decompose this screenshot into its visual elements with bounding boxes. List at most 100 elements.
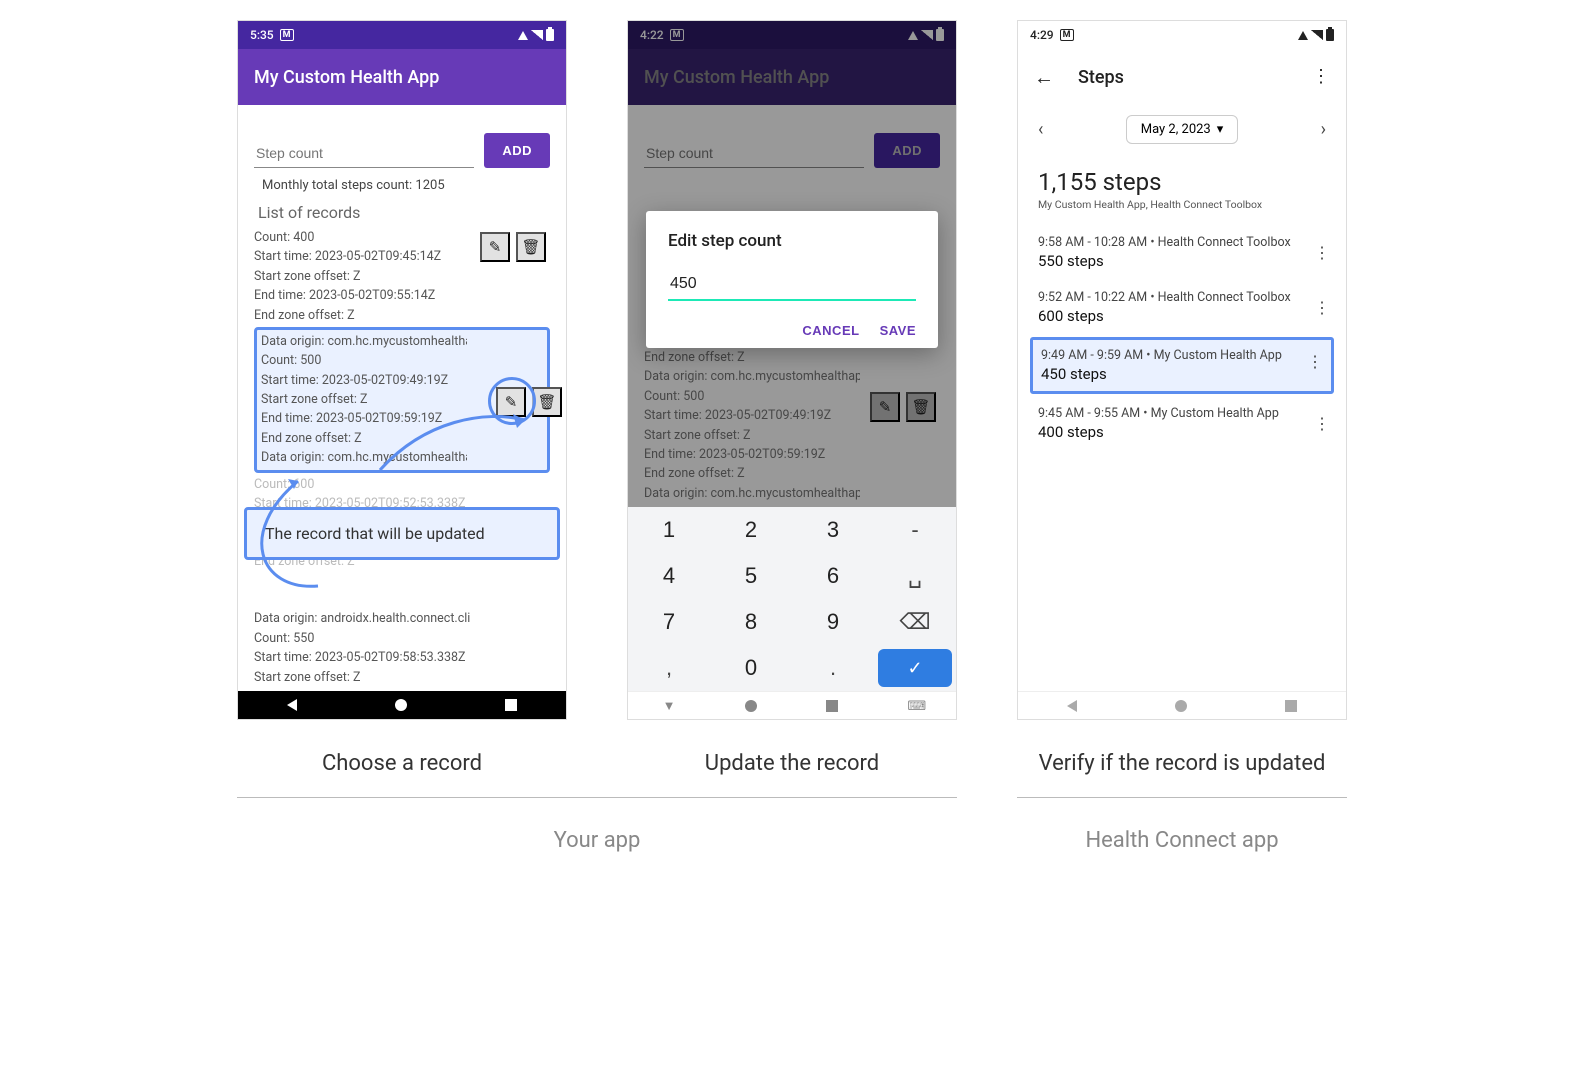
dialog-input[interactable]: [668, 269, 916, 301]
entry-more-icon[interactable]: ⋮: [1314, 298, 1330, 317]
caption-3: Verify if the record is updated: [1039, 750, 1326, 779]
key-0[interactable]: 0: [710, 645, 792, 691]
entry-value: 400 steps: [1038, 423, 1326, 441]
record-origin: Data origin: com.hc.mycustomhealthapp: [261, 332, 467, 351]
signal-icon: [531, 30, 543, 40]
app-bar: My Custom Health App: [238, 49, 566, 105]
nav-back-icon[interactable]: ▼: [663, 698, 676, 714]
dialog-title: Edit step count: [668, 231, 916, 251]
sources-label: My Custom Health App, Health Connect Too…: [1038, 198, 1326, 211]
entry-time: 9:52 AM - 10:22 AM • Health Connect Tool…: [1038, 290, 1326, 305]
phone-1: 5:35 M My Custom Health App ADD Monthly …: [237, 20, 567, 720]
entry-1[interactable]: 9:58 AM - 10:28 AM • Health Connect Tool…: [1018, 225, 1346, 280]
record-szone: Start zone offset: Z: [254, 668, 470, 687]
caption-2: Update the record: [705, 750, 879, 779]
delete-icon[interactable]: 🗑: [532, 387, 562, 417]
key-7[interactable]: 7: [628, 599, 710, 645]
entry-2[interactable]: 9:52 AM - 10:22 AM • Health Connect Tool…: [1018, 280, 1346, 335]
nav-home-icon[interactable]: [395, 699, 407, 711]
key-done[interactable]: ✓: [878, 649, 952, 687]
divider-right: [1017, 797, 1347, 798]
entry-more-icon[interactable]: ⋮: [1314, 414, 1330, 433]
add-button[interactable]: ADD: [484, 133, 550, 168]
record-count: Count: 500: [261, 351, 467, 370]
entry-value: 600 steps: [1038, 307, 1326, 325]
more-icon[interactable]: ⋮: [1312, 68, 1330, 86]
record-end: End time: 2023-05-02T09:55:14Z: [254, 286, 470, 305]
cancel-button[interactable]: CANCEL: [802, 323, 859, 338]
nav-recent-icon[interactable]: [826, 700, 838, 712]
delete-icon[interactable]: 🗑: [516, 232, 546, 262]
nav-home-icon[interactable]: [745, 700, 757, 712]
status-time: 5:35: [250, 28, 274, 42]
total-steps: 1,155 steps: [1038, 168, 1326, 196]
back-icon[interactable]: ←: [1034, 65, 1054, 90]
phone-3: 4:29 M ← Steps ⋮ ‹ May 2, 2023 ▾: [1017, 20, 1347, 720]
record-szone: Start zone offset: Z: [254, 267, 470, 286]
stage: 5:35 M My Custom Health App ADD Monthly …: [20, 20, 1564, 779]
entry-time: 9:45 AM - 9:55 AM • My Custom Health App: [1038, 406, 1326, 421]
key-dash[interactable]: -: [874, 507, 956, 553]
nav-bar: [1018, 691, 1346, 719]
key-6[interactable]: 6: [792, 553, 874, 599]
edit-icon[interactable]: ✎: [496, 387, 526, 417]
signal-icon: [1311, 30, 1323, 40]
key-space[interactable]: ␣: [874, 553, 956, 599]
entry-value: 550 steps: [1038, 252, 1326, 270]
key-backspace[interactable]: ⌫: [874, 599, 956, 645]
battery-icon: [546, 29, 554, 41]
key-period[interactable]: .: [792, 645, 874, 691]
date-label: May 2, 2023: [1141, 122, 1211, 137]
content: ADD Monthly total steps count: 1205 List…: [238, 105, 566, 699]
app-title: My Custom Health App: [254, 67, 439, 88]
nav-recent-icon[interactable]: [505, 699, 517, 711]
dropdown-icon: ▾: [1217, 122, 1224, 137]
edit-dialog: Edit step count CANCEL SAVE: [646, 211, 938, 348]
sub-caption-right: Health Connect app: [1017, 828, 1347, 853]
record-szone: Start zone offset: Z: [261, 390, 467, 409]
entry-more-icon[interactable]: ⋮: [1314, 243, 1330, 262]
step-count-input[interactable]: [254, 139, 474, 168]
nav-back-icon[interactable]: [287, 699, 297, 711]
key-5[interactable]: 5: [710, 553, 792, 599]
record-origin: Data origin: androidx.health.connect.cli…: [254, 609, 470, 628]
key-1[interactable]: 1: [628, 507, 710, 553]
key-4[interactable]: 4: [628, 553, 710, 599]
save-button[interactable]: SAVE: [880, 323, 916, 338]
wifi-icon: [1298, 31, 1308, 40]
key-8[interactable]: 8: [710, 599, 792, 645]
entry-more-icon[interactable]: ⋮: [1307, 352, 1323, 371]
nav-home-icon[interactable]: [1175, 700, 1187, 712]
entry-value: 450 steps: [1041, 365, 1323, 383]
edit-icon[interactable]: ✎: [480, 232, 510, 262]
battery-icon: [1326, 29, 1334, 41]
next-day-icon[interactable]: ›: [1321, 119, 1326, 140]
column-3: 4:29 M ← Steps ⋮ ‹ May 2, 2023 ▾: [1017, 20, 1347, 779]
date-picker[interactable]: May 2, 2023 ▾: [1126, 115, 1239, 144]
prev-day-icon[interactable]: ‹: [1038, 119, 1043, 140]
key-9[interactable]: 9: [792, 599, 874, 645]
record-ezone: End zone offset: Z: [261, 429, 467, 448]
record-end: End time: 2023-05-02T09:59:19Z: [261, 409, 467, 428]
annotation-callout: The record that will be updated: [244, 507, 560, 560]
mail-icon: M: [1060, 29, 1074, 41]
column-2: 4:22 M My Custom Health App ADD: [627, 20, 957, 779]
record-3b: Data origin: androidx.health.connect.cli…: [254, 609, 550, 687]
key-3[interactable]: 3: [792, 507, 874, 553]
caption-1: Choose a record: [322, 750, 482, 779]
record-count: Count: 400: [254, 228, 470, 247]
wifi-icon: [518, 31, 528, 40]
record-count: Count: 550: [254, 629, 470, 648]
mail-icon: M: [280, 29, 294, 41]
key-2[interactable]: 2: [710, 507, 792, 553]
entry-3-highlighted[interactable]: 9:49 AM - 9:59 AM • My Custom Health App…: [1030, 337, 1334, 394]
record-count: Count: 600: [254, 475, 470, 494]
nav-recent-icon[interactable]: [1285, 700, 1297, 712]
record-start: Start time: 2023-05-02T09:49:19Z: [261, 371, 467, 390]
key-comma[interactable]: ,: [628, 645, 710, 691]
status-bar: 4:29 M: [1018, 21, 1346, 49]
entry-4[interactable]: 9:45 AM - 9:55 AM • My Custom Health App…: [1018, 396, 1346, 451]
nav-keyboard-icon[interactable]: ⌨: [907, 699, 921, 713]
nav-bar: [238, 691, 566, 719]
nav-back-icon[interactable]: [1067, 700, 1077, 712]
